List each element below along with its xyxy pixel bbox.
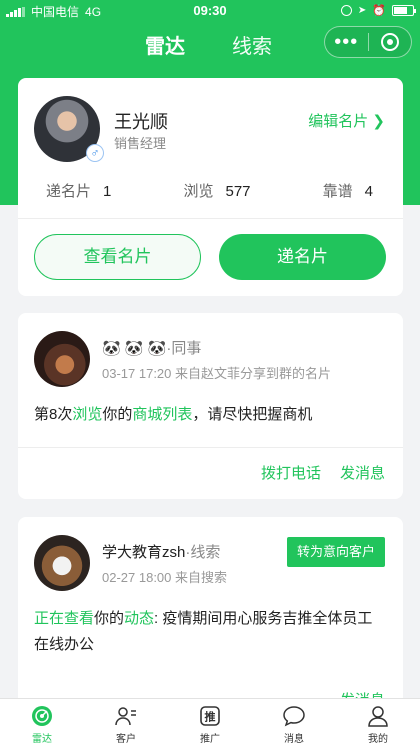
profile-icon (366, 704, 390, 728)
convert-to-prospect-button[interactable]: 转为意向客户 (286, 537, 385, 567)
tab-leads[interactable]: 线索 (232, 30, 272, 59)
tabbar-item-me[interactable]: 我的 (336, 699, 420, 747)
activity-meta: 02-27 18:00 来自搜索 (102, 570, 228, 585)
send-card-button[interactable]: 递名片 (219, 234, 386, 280)
message-button[interactable]: 发消息 (340, 462, 385, 483)
activity-text: 正在查看你的动态: 疫情期间用心服务吉推全体员工在线办公 (34, 610, 373, 653)
activity-card: 🐼 🐼 🐼·同事 03-17 17:20 来自赵文菲分享到群的名片 第8次浏览你… (18, 313, 403, 499)
target-icon (380, 33, 399, 51)
visitor-avatar[interactable] (34, 535, 90, 591)
customers-icon (114, 704, 138, 728)
top-nav: 雷达 线索 ••• (0, 24, 420, 64)
visitor-name: 🐼 🐼 🐼·同事 (102, 340, 202, 357)
tabbar-item-customers[interactable]: 客户 (84, 699, 168, 747)
status-bar: 中国电信 4G 09:30 ➤ ⏰ (0, 0, 420, 22)
edit-card-link[interactable]: 编辑名片 ❯ (308, 110, 385, 131)
visitor-name: 学大教育zsh·线索 (102, 544, 221, 561)
visitor-avatar[interactable] (34, 331, 90, 387)
stat-views[interactable]: 浏览 577 (183, 180, 250, 201)
edit-card-label: 编辑名片 (308, 113, 369, 130)
tab-radar[interactable]: 雷达 (145, 30, 185, 59)
profile-name: 王光顺 (114, 112, 168, 132)
battery-icon (392, 5, 416, 16)
orientation-lock-icon (340, 5, 352, 16)
close-miniprogram-button[interactable] (368, 33, 411, 51)
profile-stats: 递名片 1 浏览 577 靠谱 4 (46, 180, 373, 201)
tabbar-item-promote[interactable]: 推 推广 (168, 699, 252, 747)
activity-meta: 03-17 17:20 来自赵文菲分享到群的名片 (102, 366, 332, 381)
profile-title: 销售经理 (114, 136, 167, 151)
male-icon: ♂ (86, 144, 104, 162)
divider (18, 218, 403, 219)
tabbar-item-messages[interactable]: 消息 (252, 699, 336, 747)
stat-cards-sent[interactable]: 递名片 1 (46, 180, 111, 201)
location-icon: ➤ (357, 5, 367, 16)
divider (18, 447, 403, 448)
stat-reliable[interactable]: 靠谱 4 (323, 180, 373, 201)
profile-card: ♂ 王光顺 销售经理 编辑名片 ❯ 递名片 1 浏览 577 靠谱 4 查看名片 递名… (18, 78, 403, 296)
activity-card: 学大教育zsh·线索 02-27 18:00 来自搜索 转为意向客户 正在查看你… (18, 517, 403, 717)
svg-text:推: 推 (205, 710, 216, 724)
bottom-tab-bar: 雷达 客户 推 推广 消息 我的 (0, 698, 420, 747)
chevron-right-icon: ❯ (372, 113, 385, 130)
activity-text: 第8次浏览你的商城列表，请尽快把握商机 (34, 406, 313, 423)
more-button[interactable]: ••• (325, 28, 368, 56)
tabbar-item-radar[interactable]: 雷达 (0, 699, 84, 747)
view-card-button[interactable]: 查看名片 (34, 234, 201, 280)
call-button[interactable]: 拨打电话 (261, 462, 321, 483)
radar-icon (30, 704, 54, 728)
miniprogram-capsule: ••• (324, 26, 412, 58)
alarm-icon: ⏰ (372, 5, 386, 17)
chat-bubble-icon (282, 704, 306, 728)
promote-icon: 推 (198, 704, 222, 728)
